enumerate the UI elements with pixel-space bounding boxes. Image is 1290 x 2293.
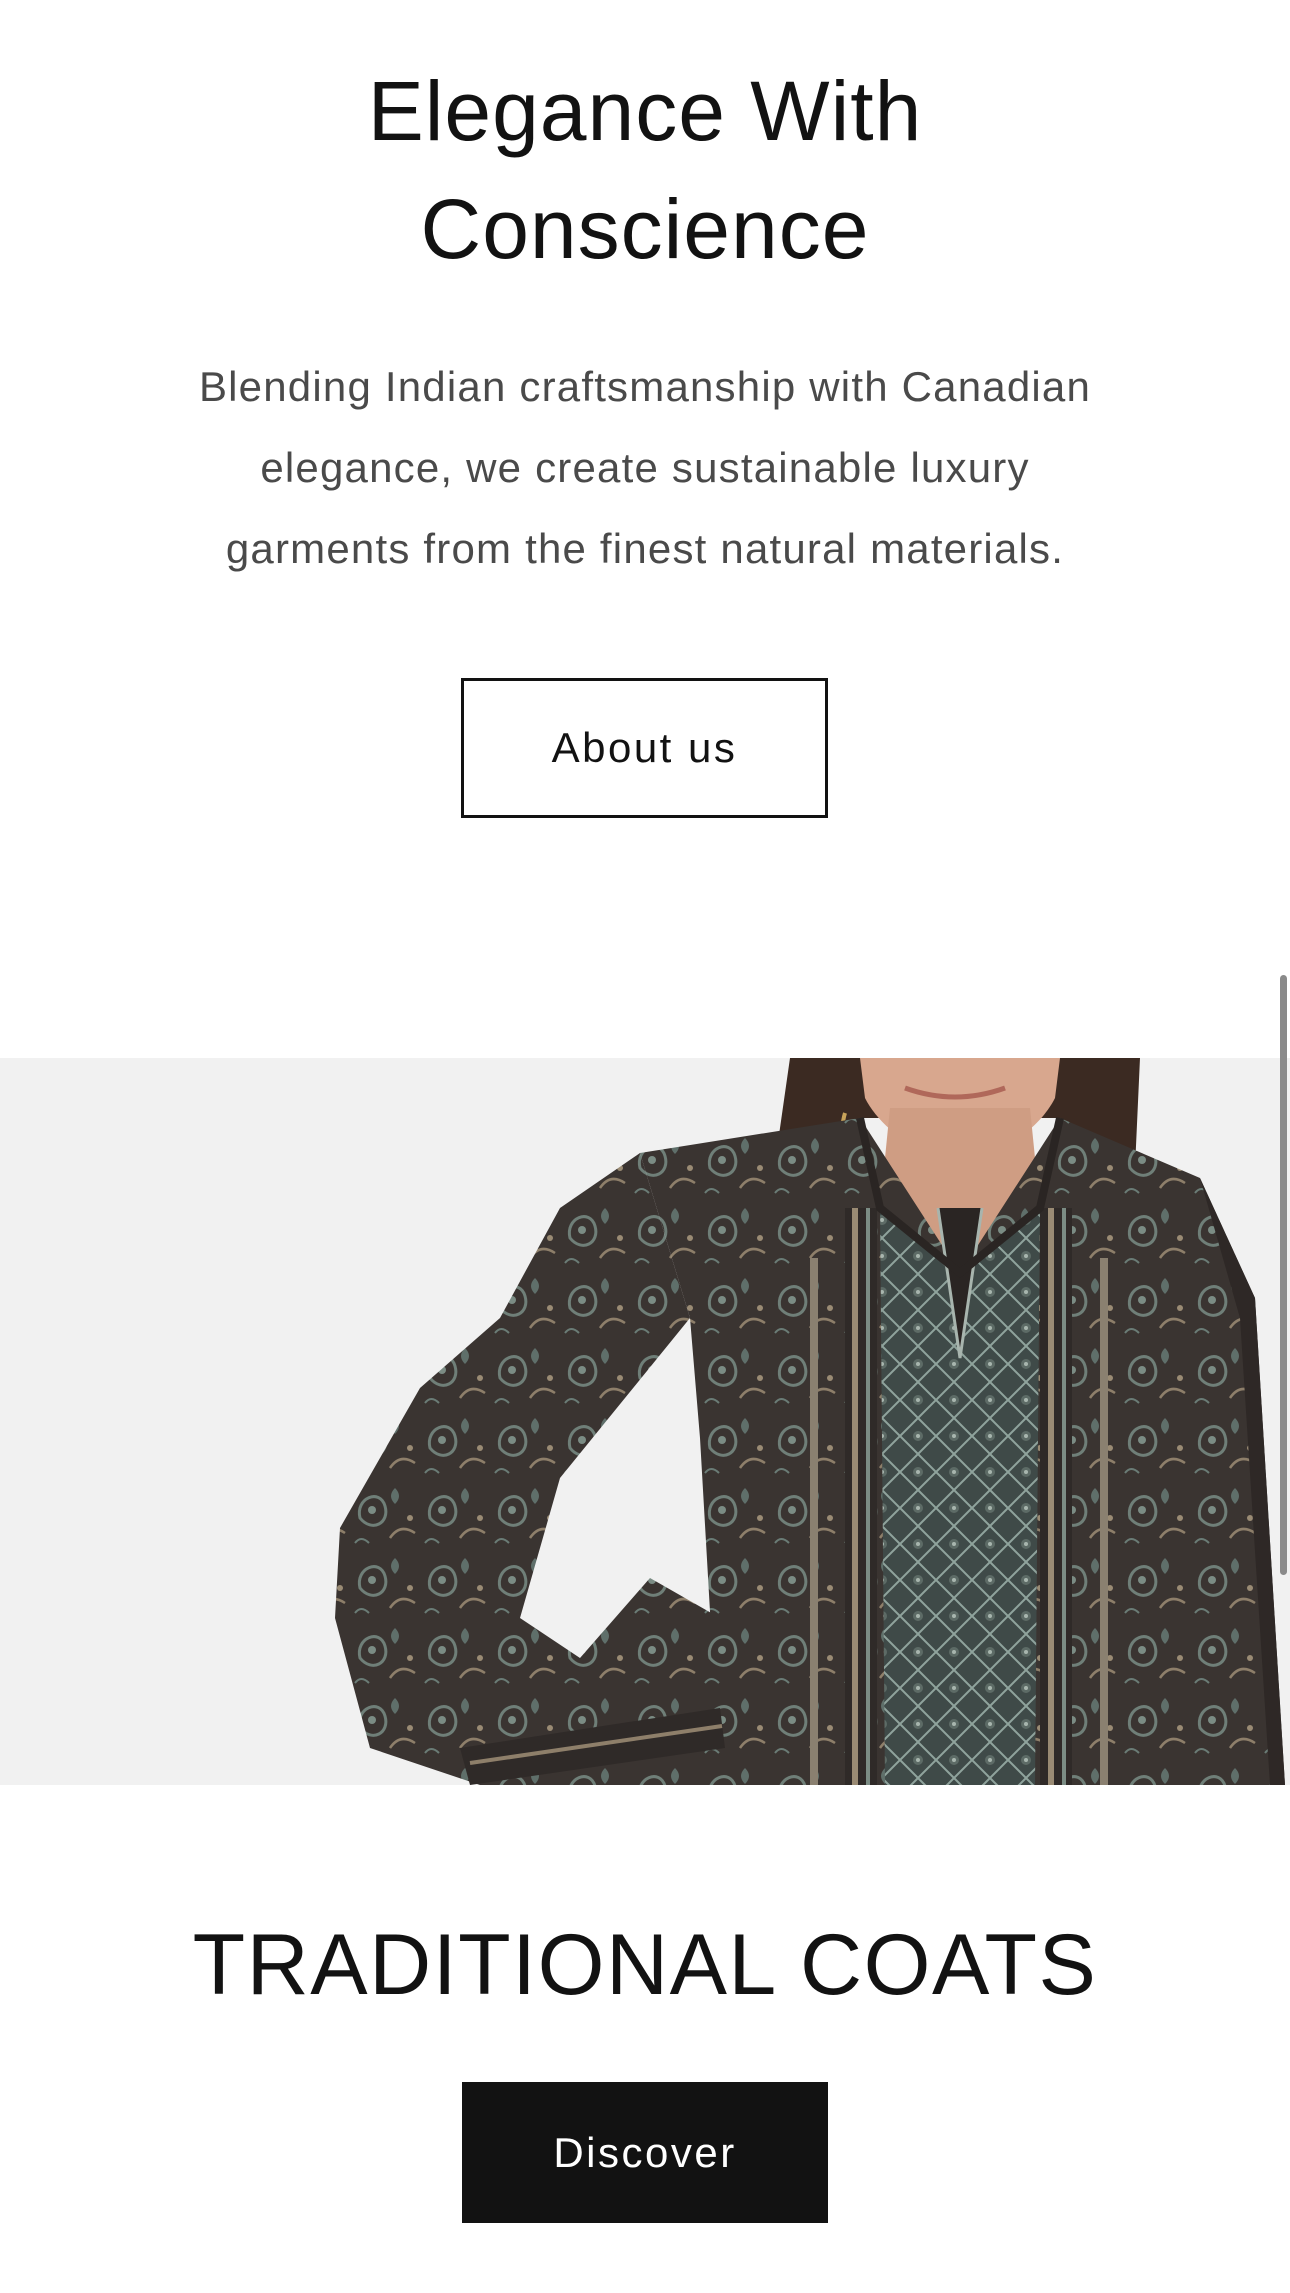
intro-description: Blending Indian craftsmanship with Canad… — [160, 346, 1130, 589]
intro-description-line-1: Blending Indian craftsmanship with Canad… — [198, 363, 1092, 410]
intro-heading: Elegance With Conscience — [200, 52, 1090, 288]
model-photo — [335, 1058, 1285, 1785]
about-us-button[interactable]: About us — [461, 678, 828, 818]
collection-title: TRADITIONAL COATS — [192, 1917, 1098, 2013]
intro-description-line-3: garments from the finest natural materia… — [225, 525, 1065, 572]
page: Elegance With Conscience Blending Indian… — [0, 0, 1290, 2293]
intro-section: Elegance With Conscience Blending Indian… — [0, 0, 1290, 1058]
intro-heading-line-1: Elegance With — [367, 64, 923, 158]
collection-banner-image[interactable] — [0, 1058, 1290, 1785]
page-scrollbar-thumb[interactable] — [1280, 975, 1287, 1575]
discover-button[interactable]: Discover — [462, 2082, 828, 2223]
intro-heading-line-2: Conscience — [420, 182, 870, 276]
intro-description-line-2: elegance, we create sustainable luxury — [260, 444, 1030, 491]
